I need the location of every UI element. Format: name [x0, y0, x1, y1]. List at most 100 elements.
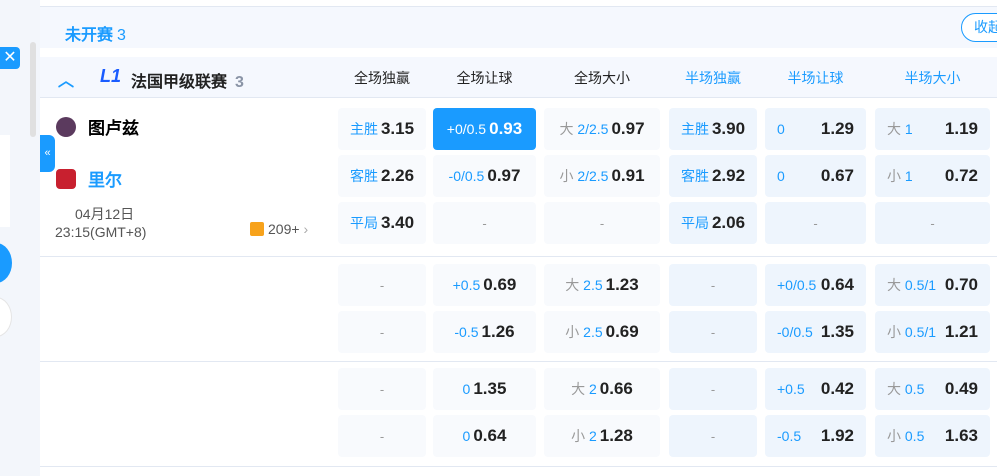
home-team[interactable]: 图卢兹 — [56, 114, 139, 139]
odds-label: 小 2.5 — [565, 324, 603, 340]
odds-label: 大 1 — [887, 121, 913, 137]
fold-button[interactable]: 收起 — [961, 13, 997, 42]
odds-cell[interactable]: +0.5 0.42 — [765, 368, 866, 410]
column-header: 半场大小 — [904, 70, 961, 86]
column-header: 全场大小 — [574, 70, 630, 86]
odds-cell[interactable]: 小 1 0.72 — [875, 155, 990, 197]
odds-value: 1.35 — [820, 322, 854, 341]
odds-value: 1.26 — [481, 322, 515, 341]
odds-value: 0.97 — [611, 119, 645, 138]
odds-cell[interactable]: 大 2/2.5 0.97 — [544, 108, 660, 150]
odds-cell[interactable]: 0 0.67 — [765, 155, 866, 197]
odds-value: 1.92 — [820, 426, 854, 445]
empty-odds: - — [710, 277, 716, 293]
odds-cell[interactable]: 大 0.5 0.49 — [875, 368, 990, 410]
odds-value: 0.97 — [487, 166, 521, 185]
odds-cell[interactable]: 客胜 2.26 — [338, 155, 426, 197]
close-icon[interactable]: ✕ — [0, 47, 20, 69]
odds-label: 小 1 — [887, 168, 913, 184]
empty-odds: - — [379, 428, 385, 444]
side-panel — [0, 135, 10, 227]
odds-cell: - — [669, 264, 757, 306]
odds-value: 1.28 — [599, 426, 633, 445]
odds-cell[interactable]: 客胜 2.92 — [669, 155, 757, 197]
odds-cell[interactable]: 小 2 1.28 — [544, 415, 660, 457]
odds-cell: - — [875, 202, 990, 244]
more-markets-link[interactable]: 209+ › — [250, 221, 308, 237]
odds-label: +0.5 — [777, 381, 805, 397]
odds-value: 0.69 — [605, 322, 639, 341]
odds-cell: - — [433, 202, 536, 244]
odds-value: 1.21 — [944, 322, 978, 341]
odds-cell[interactable]: +0/0.5 0.64 — [765, 264, 866, 306]
empty-odds: - — [482, 215, 487, 231]
odds-cell[interactable]: 小 2.5 0.69 — [544, 311, 660, 353]
odds-label: 大 2 — [571, 381, 597, 397]
odds-cell[interactable]: 平局 2.06 — [669, 202, 757, 244]
odds-value: 3.40 — [380, 213, 415, 232]
odds-cell[interactable]: 大 0.5/1 0.70 — [875, 264, 990, 306]
odds-label: 大 2/2.5 — [559, 121, 609, 137]
odds-cell[interactable]: -0/0.5 0.97 — [433, 155, 536, 197]
scrollbar[interactable] — [30, 42, 36, 137]
odds-cell[interactable]: 大 2 0.66 — [544, 368, 660, 410]
odds-cell[interactable]: 大 1 1.19 — [875, 108, 990, 150]
odds-cell[interactable]: 平局 3.40 — [338, 202, 426, 244]
side-button-2[interactable] — [0, 297, 12, 337]
odds-cell[interactable]: 大 2.5 1.23 — [544, 264, 660, 306]
odds-cell: - — [669, 311, 757, 353]
odds-label: 主胜 — [349, 121, 378, 137]
odds-cell[interactable]: 小 2/2.5 0.91 — [544, 155, 660, 197]
odds-cell: - — [338, 264, 426, 306]
odds-cell[interactable]: 0 1.29 — [765, 108, 866, 150]
empty-odds: - — [379, 381, 385, 397]
league-count: 3 — [235, 74, 244, 91]
odds-label: +0/0.5 — [446, 121, 487, 137]
side-button[interactable] — [0, 243, 12, 283]
odds-cell[interactable]: +0/0.5 0.93 — [433, 108, 536, 150]
odds-cell[interactable]: 主胜 3.90 — [669, 108, 757, 150]
odds-label: 平局 — [349, 215, 378, 231]
odds-value: 2.26 — [380, 166, 415, 185]
odds-value: 0.42 — [820, 379, 854, 398]
divider — [40, 256, 997, 257]
empty-odds: - — [599, 215, 605, 231]
odds-label: +0.5 — [452, 277, 481, 293]
odds-value: 1.29 — [820, 119, 854, 138]
odds-cell[interactable]: +0.5 0.69 — [433, 264, 536, 306]
match-date: 04月12日 — [75, 206, 135, 222]
odds-value: 3.15 — [380, 119, 415, 138]
away-team[interactable]: 里尔 — [56, 166, 122, 191]
odds-label: 0 — [462, 381, 471, 397]
odds-cell: - — [338, 311, 426, 353]
empty-odds: - — [813, 215, 818, 231]
odds-label: -0.5 — [777, 428, 802, 444]
odds-label: 大 0.5/1 — [887, 277, 937, 293]
odds-label: 0 — [777, 121, 785, 137]
divider — [40, 466, 997, 467]
divider — [40, 361, 997, 362]
chevron-up-icon[interactable]: ︿ — [58, 67, 74, 91]
odds-cell: - — [765, 202, 866, 244]
markets-icon — [250, 222, 264, 236]
ligue1-logo-icon: L1 — [100, 66, 122, 86]
odds-cell[interactable]: 小 0.5/1 1.21 — [875, 311, 990, 353]
collapse-sidebar-button[interactable]: « — [40, 135, 55, 172]
odds-cell: - — [669, 368, 757, 410]
odds-label: +0/0.5 — [777, 277, 817, 293]
status-title: 未开赛 3 — [65, 27, 126, 44]
odds-value: 0.66 — [599, 379, 633, 398]
empty-odds: - — [379, 277, 385, 293]
odds-cell[interactable]: -0.5 1.26 — [433, 311, 536, 353]
odds-cell[interactable]: 0 1.35 — [433, 368, 536, 410]
odds-cell[interactable]: 0 0.64 — [433, 415, 536, 457]
league-name: 法国甲级联赛 3 — [131, 74, 244, 91]
odds-value: 0.70 — [944, 275, 978, 294]
odds-cell[interactable]: -0.5 1.92 — [765, 415, 866, 457]
lille-badge-icon — [56, 168, 76, 189]
column-header: 半场让球 — [787, 70, 844, 86]
odds-cell[interactable]: 小 0.5 1.63 — [875, 415, 990, 457]
odds-cell[interactable]: -0/0.5 1.35 — [765, 311, 866, 353]
odds-cell[interactable]: 主胜 3.15 — [338, 108, 426, 150]
odds-value: 0.67 — [820, 166, 854, 185]
